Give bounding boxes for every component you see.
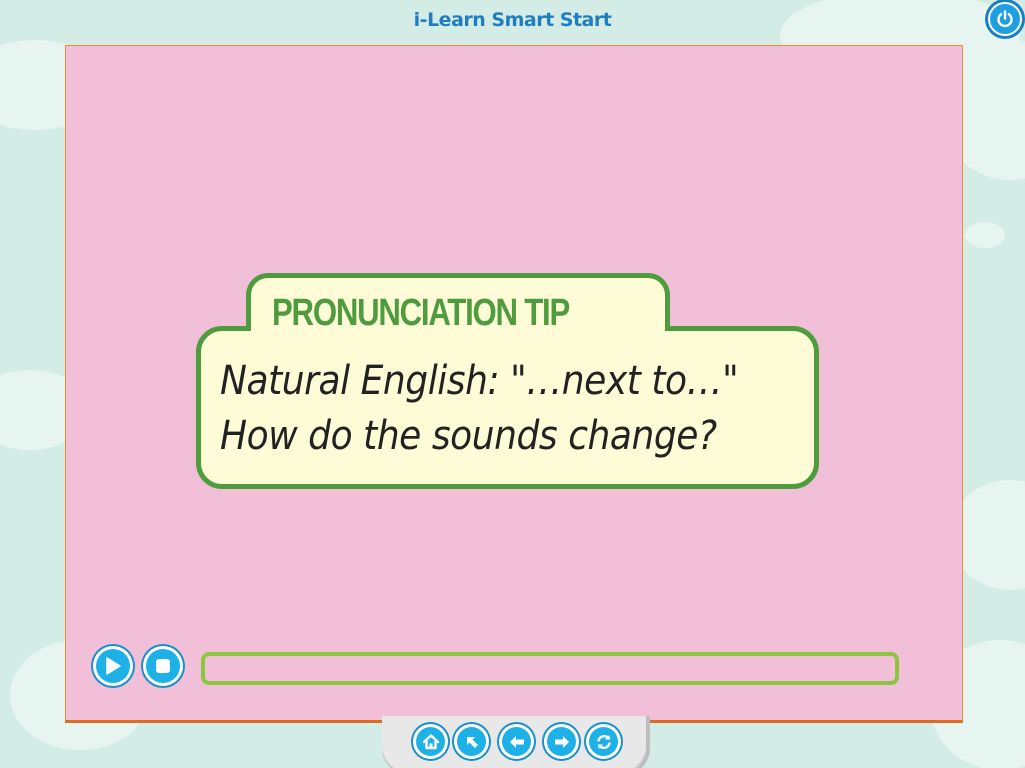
replay-button[interactable] [586, 724, 621, 759]
background-cloud [965, 222, 1005, 248]
power-button[interactable] [988, 2, 1022, 36]
play-button[interactable] [93, 646, 133, 686]
stop-button[interactable] [143, 646, 183, 686]
audio-progress-bar[interactable] [201, 652, 899, 685]
home-button[interactable] [413, 724, 448, 759]
tip-heading: PRONUNCIATION TIP [272, 292, 570, 334]
arrow-right-icon [554, 735, 569, 748]
arrow-left-icon [509, 735, 524, 748]
power-icon [997, 10, 1013, 28]
replay-icon [596, 734, 611, 749]
tip-card [196, 326, 819, 489]
back-button[interactable] [499, 724, 534, 759]
stop-icon [156, 659, 170, 673]
tip-text-line-1: Natural English: "…next to…" [220, 358, 739, 404]
arrow-up-left-icon [466, 736, 478, 748]
previous-section-button[interactable] [454, 724, 489, 759]
play-icon [106, 657, 121, 675]
home-icon [422, 733, 439, 749]
app-screen: i-Learn Smart Start PRONUNCIATION TIP Na… [0, 0, 1025, 768]
app-title: i-Learn Smart Start [413, 9, 612, 31]
next-button[interactable] [544, 724, 579, 759]
tip-text-line-2: How do the sounds change? [220, 413, 717, 459]
